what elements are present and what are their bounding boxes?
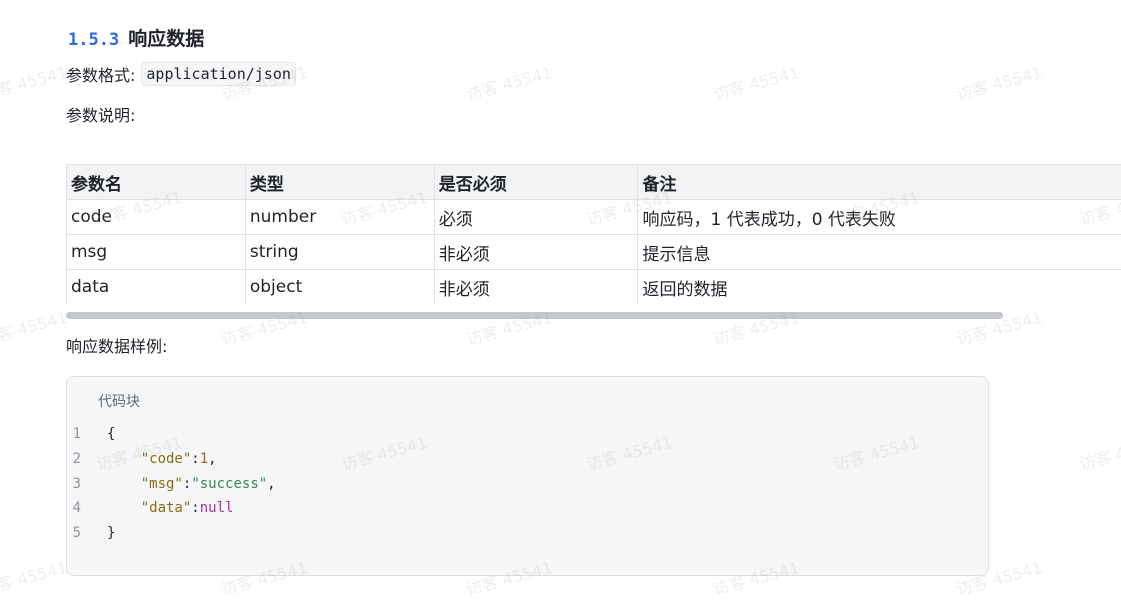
section-heading: 1.5.3 响应数据 — [68, 24, 204, 51]
table-header-cell: 备注 — [637, 164, 1121, 200]
format-line: 参数格式: application/json — [66, 62, 296, 86]
watermark-text: 访客 45541 — [464, 62, 555, 105]
table-cell: 返回的数据 — [637, 269, 1121, 304]
table-cell: code — [66, 199, 246, 235]
section-number: 1.5.3 — [68, 30, 120, 50]
watermark-text: 访客 45541 — [954, 62, 1045, 105]
code-block-label: 代码块 — [98, 394, 140, 410]
code-token: { — [107, 426, 116, 442]
table-cell: 非必须 — [433, 269, 639, 304]
table-cell: 提示信息 — [637, 234, 1121, 270]
code-token: , — [208, 450, 217, 467]
params-table: 参数名 类型 是否必须 备注 code number 必须 响应码，1 代表成功… — [66, 164, 1121, 304]
table-cell: msg — [66, 234, 246, 270]
watermark-text: 访客 45541 — [711, 62, 802, 105]
table-row: msg string 非必须 提示信息 — [66, 234, 1121, 270]
code-token: "data" — [140, 500, 192, 517]
example-label: 响应数据样例: — [66, 337, 168, 356]
code-token: "code" — [140, 450, 192, 467]
code-line: 2 "code":1, — [67, 447, 276, 472]
line-number: 3 — [72, 475, 81, 492]
code-block: 代码块 1{2 "code":1, 3 "msg": "success", 4 "da… — [66, 376, 989, 576]
table-cell: number — [244, 199, 435, 235]
table-cell: string — [244, 234, 435, 270]
code-line: 3 "msg": "success", — [67, 472, 276, 497]
table-cell: data — [66, 269, 246, 304]
params-table-container: 参数名 类型 是否必须 备注 code number 必须 响应码，1 代表成功… — [66, 164, 1121, 304]
format-label: 参数格式: — [66, 66, 136, 85]
table-header-cell: 类型 — [244, 164, 435, 200]
code-lines: 1{2 "code":1, 3 "msg": "success", 4 "data":… — [67, 422, 276, 546]
watermark-text: 访客 45541 — [0, 307, 70, 350]
code-token: : — [182, 475, 192, 492]
watermark-text: 访客 45541 — [0, 557, 70, 600]
code-token: : — [191, 500, 200, 517]
table-cell: 非必须 — [433, 234, 639, 270]
code-token: "success" — [191, 475, 268, 492]
table-cell: 响应码，1 代表成功，0 代表失败 — [637, 199, 1121, 235]
line-number: 2 — [72, 450, 81, 467]
line-number: 1 — [72, 426, 81, 442]
line-number: 4 — [72, 500, 81, 517]
table-cell: object — [244, 269, 435, 304]
code-token: : — [191, 450, 200, 467]
table-header-cell: 是否必须 — [433, 164, 639, 200]
code-token: , — [267, 475, 276, 492]
scrollbar-thumb[interactable] — [66, 312, 1003, 319]
format-value-code: application/json — [141, 62, 296, 86]
code-token: null — [199, 500, 234, 517]
description-label: 参数说明: — [66, 106, 136, 125]
table-header-cell: 参数名 — [66, 164, 246, 200]
code-token: } — [107, 525, 116, 542]
code-token: 1 — [199, 450, 209, 467]
code-token: "msg" — [140, 475, 183, 492]
table-row: data object 非必须 返回的数据 — [66, 269, 1121, 304]
line-number: 5 — [72, 525, 81, 542]
code-line: 4 "data": null — [67, 496, 276, 521]
code-line: 5} — [67, 521, 276, 546]
table-cell: 必须 — [433, 199, 639, 235]
code-line: 1{ — [67, 422, 276, 447]
table-row: code number 必须 响应码，1 代表成功，0 代表失败 — [66, 199, 1121, 235]
section-title: 响应数据 — [128, 28, 205, 50]
table-horizontal-scrollbar[interactable] — [66, 311, 1121, 320]
watermark-text: 访客 45541 — [0, 62, 70, 105]
table-header-row: 参数名 类型 是否必须 备注 — [66, 164, 1121, 200]
watermark-text: 访客 45541 — [1077, 432, 1121, 475]
